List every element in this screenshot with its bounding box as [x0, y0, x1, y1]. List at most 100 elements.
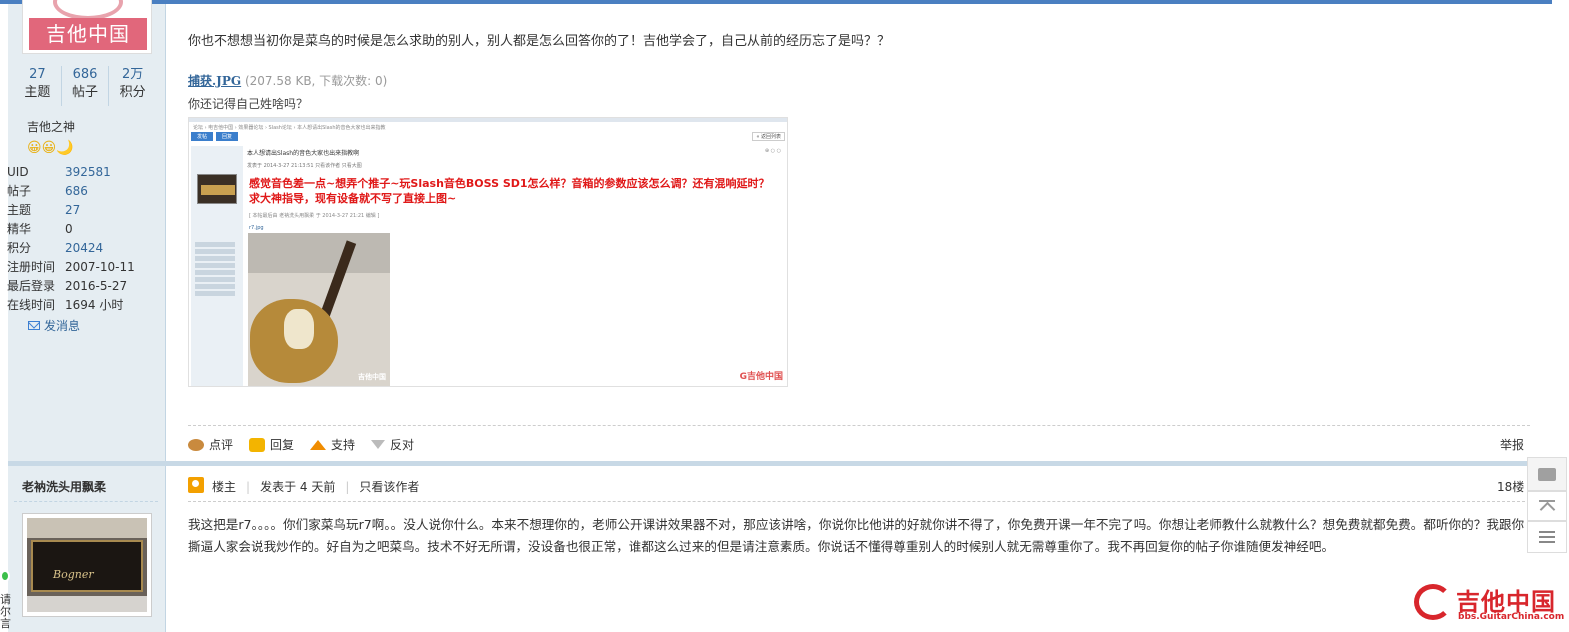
attachment-caption: 你还记得自己姓啥吗？	[188, 97, 309, 111]
report-link[interactable]: 举报	[1500, 436, 1524, 453]
post-divider	[188, 425, 1530, 426]
info-value[interactable]: 686	[65, 182, 88, 201]
back-to-top-icon	[1539, 500, 1555, 512]
guitar-logo-icon	[1414, 584, 1452, 620]
stat-label: 主题	[24, 85, 51, 100]
quick-reply-button[interactable]	[1527, 457, 1567, 491]
info-row: 在线时间 1694 小时	[7, 296, 157, 315]
stat-label: 帖子	[72, 85, 99, 100]
embedded-edit-note: [ 本帖最后由 老衲洗头用飘柔 于 2014-3-27 21:21 编辑 ]	[249, 213, 380, 219]
embedded-breadcrumb: 论坛 › 电吉他中国 › 效果器论坛 › Slash论坛 › 本人想请出Slas…	[193, 125, 386, 131]
author-stats: 27 主题 686 帖子 2万 积分	[14, 66, 156, 106]
embedded-top-bar	[189, 118, 787, 122]
attached-screenshot-image[interactable]: 论坛 › 电吉他中国 › 效果器论坛 › Slash论坛 › 本人想请出Slas…	[188, 117, 788, 387]
action-label: 支持	[331, 438, 356, 452]
info-row: 最后登录 2016-5-27	[7, 277, 157, 296]
info-row: 精华 0	[7, 220, 157, 239]
thread-starter-label: 楼主	[212, 480, 237, 494]
top-accent-bar	[0, 0, 1552, 4]
avatar-art	[53, 0, 123, 20]
attachment-line: 捕获.JPG (207.58 KB, 下载次数: 0)	[188, 72, 387, 89]
meta-separator: |	[345, 479, 350, 494]
online-status-icon	[0, 570, 10, 582]
info-key: 最后登录	[7, 279, 56, 293]
post-divider	[188, 501, 1530, 502]
reply-button[interactable]: 回复	[249, 436, 294, 453]
info-key: 注册时间	[7, 260, 56, 274]
only-author-link[interactable]: 只看该作者	[359, 478, 419, 495]
comment-icon	[188, 438, 204, 451]
author-info-list: UID 392581 帖子 686 主题 27 精华 0 积分 20424 注册时间 200…	[7, 163, 157, 315]
stat-credits[interactable]: 2万 积分	[108, 66, 156, 106]
guitar-pickguard	[284, 309, 314, 349]
post-meta: 楼主 | 发表于 4 天前 | 只看该作者	[212, 478, 419, 495]
back-to-list-button[interactable]	[1527, 521, 1567, 553]
post-actions: 点评 回复 支持 反对	[188, 436, 414, 453]
stat-value: 686	[72, 67, 98, 82]
thumb-up-arrow-icon	[310, 439, 327, 450]
embedded-red-title: 感觉音色差一点~想弄个推子~玩Slash音色BOSS SD1怎么样？音箱的参数应…	[249, 177, 770, 205]
info-key: UID	[7, 165, 29, 179]
info-value[interactable]: 20424	[65, 239, 103, 258]
chat-bubble-icon	[1538, 467, 1556, 481]
stat-value: 27	[29, 67, 46, 82]
floor-number[interactable]: 18楼	[1497, 478, 1524, 495]
post-separator	[8, 461, 1552, 466]
photo-wall	[248, 233, 390, 273]
info-value: 0	[65, 222, 73, 236]
stat-posts[interactable]: 686 帖子	[60, 66, 109, 106]
info-value: 2007-10-11	[65, 260, 135, 274]
info-row: 帖子 686	[7, 182, 157, 201]
back-to-top-button[interactable]	[1527, 491, 1567, 521]
info-value[interactable]: 27	[65, 201, 80, 220]
action-label: 点评	[209, 438, 234, 452]
post-body-text: 你也不想想当初你是菜鸟的时候是怎么求助的别人，别人都是怎么回答你的了！吉他学会了…	[188, 34, 891, 49]
embedded-buttons: 发帖 回复	[191, 132, 239, 141]
sidebar-cut-text: 请 尔 言	[0, 593, 11, 630]
send-message-link[interactable]: 发消息	[28, 317, 80, 334]
embedded-guitar-photo: 吉他中国	[248, 233, 390, 386]
site-watermark: 吉他中国 bbs.GuitarChina.com	[1414, 582, 1564, 628]
info-value: 2016-5-27	[65, 279, 128, 293]
info-key: 积分	[7, 241, 32, 255]
sidebar-divider	[14, 501, 158, 502]
post-body-text: 我这把是r7。。。。你们家菜鸟玩r7啊。。没人说你什么。本来不想理你的，老师公开…	[188, 517, 1525, 554]
embedded-thread-title: 本人想请出Slash的音色大家也出来指教啊	[247, 150, 360, 157]
rate-button[interactable]: 点评	[188, 436, 233, 453]
embedded-avatar	[197, 174, 237, 204]
watermark-url: bbs.GuitarChina.com	[1458, 612, 1565, 622]
thread-starter-icon	[188, 477, 204, 493]
info-value: 1694 小时	[65, 298, 124, 312]
avatar-shelf	[27, 518, 147, 538]
envelope-icon	[28, 321, 40, 330]
embedded-reply-button: 回复	[216, 132, 239, 141]
author-avatar[interactable]: Bogner	[22, 513, 152, 617]
avatar-floor	[27, 596, 147, 612]
post-author-name[interactable]: 老衲洗头用飘柔	[22, 478, 106, 495]
info-row: UID 392581	[7, 163, 157, 182]
embedded-post-button: 发帖	[191, 132, 214, 141]
author-avatar[interactable]: 吉他中国	[22, 0, 152, 54]
stat-value: 2万	[122, 67, 144, 82]
attachment-link[interactable]: 捕获.JPG	[188, 74, 241, 88]
embedded-sidebar	[191, 146, 243, 386]
embedded-jpg-label: r7.jpg	[249, 225, 264, 231]
info-row: 积分 20424	[7, 239, 157, 258]
user-rank-title[interactable]: 吉他之神	[27, 118, 75, 135]
info-value[interactable]: 392581	[65, 163, 111, 182]
info-key: 帖子	[7, 184, 32, 198]
send-message-label: 发消息	[44, 319, 81, 333]
oppose-button[interactable]: 反对	[371, 436, 414, 453]
info-key: 在线时间	[7, 298, 56, 312]
action-label: 反对	[390, 438, 415, 452]
action-label: 回复	[270, 438, 295, 452]
list-icon	[1539, 531, 1555, 543]
left-edge	[0, 0, 8, 632]
info-key: 主题	[7, 203, 32, 217]
embedded-post-meta: 发表于 2014-3-27 21:13:51 只看该作者 只看大图	[247, 163, 362, 169]
embedded-info-lines	[195, 242, 239, 298]
embedded-back-link: « 返回列表	[752, 132, 785, 141]
stat-threads[interactable]: 27 主题	[14, 66, 61, 106]
avatar-amp: Bogner	[31, 540, 143, 592]
support-button[interactable]: 支持	[310, 436, 355, 453]
